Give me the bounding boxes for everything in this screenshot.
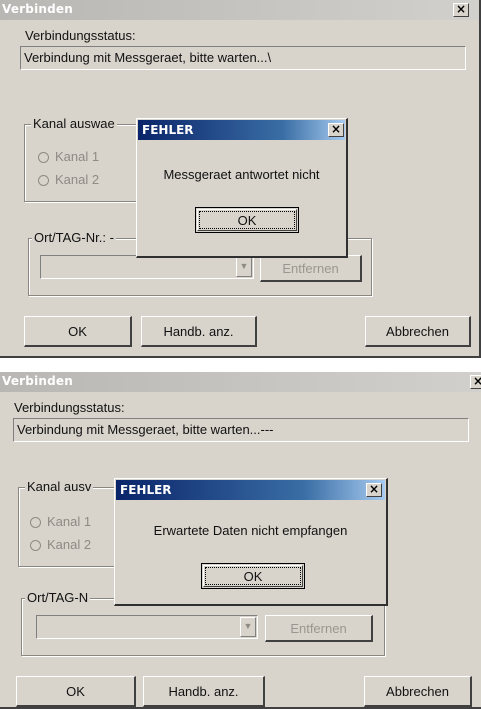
- radio-channel-1[interactable]: Kanal 1: [38, 149, 99, 164]
- chevron-down-icon[interactable]: ▼: [240, 617, 256, 637]
- window-title: Verbinden: [2, 374, 74, 388]
- cancel-button[interactable]: Abbrechen: [364, 676, 472, 707]
- ok-button[interactable]: OK: [24, 316, 132, 347]
- radio-channel-2-label: Kanal 2: [47, 537, 92, 552]
- radio-channel-2[interactable]: Kanal 2: [30, 537, 91, 552]
- error-dialog: FEHLER × Erwartete Daten nicht empfangen…: [114, 478, 388, 606]
- window-titlebar[interactable]: Verbinden ×: [0, 0, 479, 20]
- radio-circle-icon: [38, 175, 49, 187]
- error-dialog-titlebar[interactable]: FEHLER ×: [138, 120, 345, 140]
- window-titlebar[interactable]: Verbinden ×: [0, 372, 481, 392]
- error-dialog: FEHLER × Messgeraet antwortet nicht OK: [136, 118, 348, 258]
- window-title: Verbinden: [2, 2, 74, 16]
- manual-button[interactable]: Handb. anz.: [141, 316, 257, 347]
- error-ok-button[interactable]: OK: [201, 563, 305, 589]
- error-ok-button-label: OK: [199, 211, 295, 229]
- radio-circle-icon: [30, 540, 41, 552]
- radio-channel-1-label: Kanal 1: [47, 514, 92, 529]
- location-combobox[interactable]: ▼: [40, 255, 254, 279]
- manual-button[interactable]: Handb. anz.: [143, 676, 265, 707]
- location-group-label: Ort/TAG-N: [25, 590, 91, 605]
- error-ok-button-label: OK: [205, 567, 301, 585]
- error-message: Erwartete Daten nicht empfangen: [153, 523, 348, 538]
- error-ok-button[interactable]: OK: [195, 207, 299, 233]
- close-icon[interactable]: ×: [366, 483, 382, 497]
- ok-button[interactable]: OK: [16, 676, 136, 707]
- remove-button[interactable]: Entfernen: [260, 255, 362, 282]
- radio-circle-icon: [38, 152, 49, 164]
- cancel-button[interactable]: Abbrechen: [365, 316, 471, 347]
- status-label: Verbindungsstatus:: [14, 400, 125, 415]
- channel-group-label: Kanal ausv: [25, 479, 94, 494]
- error-dialog-titlebar[interactable]: FEHLER ×: [116, 480, 385, 500]
- channel-group-label: Kanal auswae: [31, 116, 117, 131]
- location-combobox[interactable]: ▼: [36, 615, 258, 639]
- remove-button[interactable]: Entfernen: [265, 615, 373, 642]
- close-icon[interactable]: ×: [470, 375, 481, 389]
- connect-window-1: Verbinden × Verbindungsstatus: Verbindun…: [0, 0, 481, 358]
- radio-circle-icon: [30, 517, 41, 529]
- status-label: Verbindungsstatus:: [25, 28, 136, 43]
- radio-channel-2-label: Kanal 2: [55, 172, 100, 187]
- close-icon[interactable]: ×: [453, 3, 469, 17]
- error-dialog-title: FEHLER: [120, 483, 172, 497]
- location-group-label: Ort/TAG-Nr.: -: [32, 230, 116, 245]
- close-icon[interactable]: ×: [328, 123, 344, 137]
- radio-channel-1-label: Kanal 1: [55, 149, 100, 164]
- chevron-down-icon[interactable]: ▼: [236, 257, 252, 277]
- status-field: Verbindung mit Messgeraet, bitte warten.…: [13, 418, 469, 442]
- status-field: Verbindung mit Messgeraet, bitte warten.…: [20, 46, 466, 70]
- error-message: Messgeraet antwortet nicht: [163, 167, 320, 182]
- error-dialog-title: FEHLER: [142, 123, 194, 137]
- connect-window-2: Verbinden × Verbindungsstatus: Verbindun…: [0, 372, 481, 709]
- radio-channel-2[interactable]: Kanal 2: [38, 172, 99, 187]
- radio-channel-1[interactable]: Kanal 1: [30, 514, 91, 529]
